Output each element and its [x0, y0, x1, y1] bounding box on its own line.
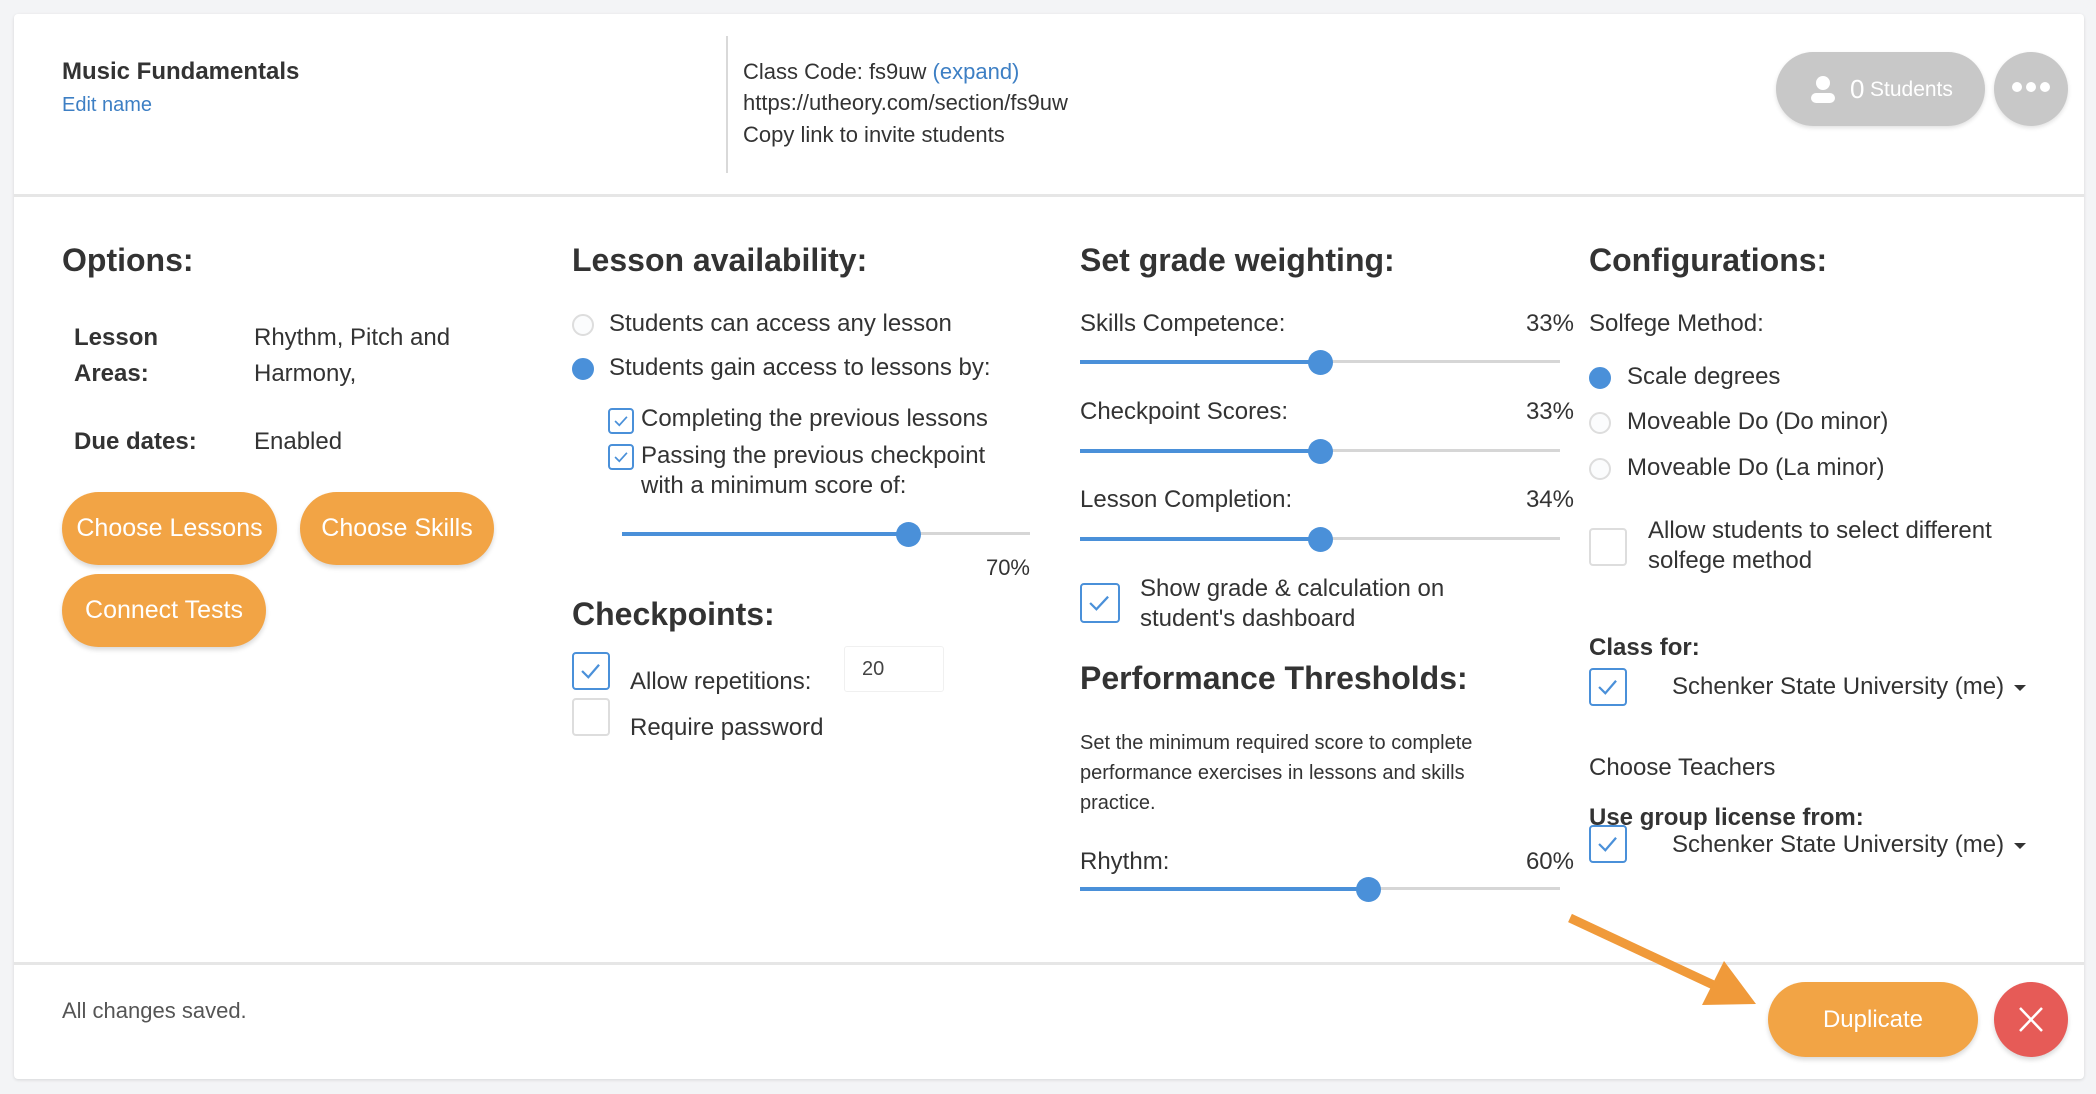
- annotation-arrow-icon: [1568, 913, 1756, 1005]
